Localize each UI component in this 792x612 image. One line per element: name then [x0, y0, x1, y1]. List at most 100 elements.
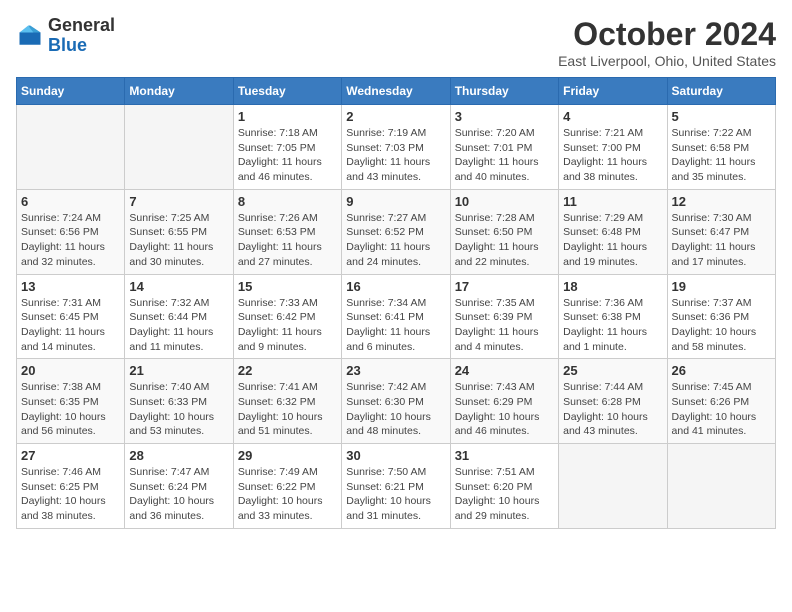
calendar-cell: 15 Sunrise: 7:33 AM Sunset: 6:42 PM Dayli…	[233, 274, 341, 359]
header-day-tuesday: Tuesday	[233, 78, 341, 105]
calendar-cell: 31 Sunrise: 7:51 AM Sunset: 6:20 PM Dayli…	[450, 444, 558, 529]
week-row-4: 20 Sunrise: 7:38 AM Sunset: 6:35 PM Dayli…	[17, 359, 776, 444]
day-info: Sunrise: 7:21 AM Sunset: 7:00 PM Dayligh…	[563, 126, 662, 185]
calendar-cell: 30 Sunrise: 7:50 AM Sunset: 6:21 PM Dayli…	[342, 444, 450, 529]
calendar-cell: 9 Sunrise: 7:27 AM Sunset: 6:52 PM Daylig…	[342, 189, 450, 274]
day-info: Sunrise: 7:29 AM Sunset: 6:48 PM Dayligh…	[563, 211, 662, 270]
calendar-cell: 8Sunrise: 7:26 AM Sunset: 6:53 PM Daylig…	[233, 189, 341, 274]
day-info: Sunrise: 7:34 AM Sunset: 6:41 PM Dayligh…	[346, 296, 445, 355]
calendar-cell: 16Sunrise: 7:34 AM Sunset: 6:41 PM Dayli…	[342, 274, 450, 359]
day-number: 18	[563, 279, 662, 294]
calendar-cell: 24 Sunrise: 7:43 AM Sunset: 6:29 PM Dayli…	[450, 359, 558, 444]
header-day-friday: Friday	[559, 78, 667, 105]
header-day-wednesday: Wednesday	[342, 78, 450, 105]
day-info: Sunrise: 7:43 AM Sunset: 6:29 PM Dayligh…	[455, 380, 554, 439]
calendar-body: 1 Sunrise: 7:18 AM Sunset: 7:05 PM Daylig…	[17, 105, 776, 529]
day-info: Sunrise: 7:40 AM Sunset: 6:33 PM Dayligh…	[129, 380, 228, 439]
day-info: Sunrise: 7:46 AM Sunset: 6:25 PM Dayligh…	[21, 465, 120, 524]
day-number: 26	[672, 363, 771, 378]
day-info: Sunrise: 7:20 AM Sunset: 7:01 PM Dayligh…	[455, 126, 554, 185]
header-day-sunday: Sunday	[17, 78, 125, 105]
page-header: General Blue October 2024 East Liverpool…	[16, 16, 776, 69]
day-info: Sunrise: 7:49 AM Sunset: 6:22 PM Dayligh…	[238, 465, 337, 524]
day-number: 9	[346, 194, 445, 209]
day-info: Sunrise: 7:22 AM Sunset: 6:58 PM Dayligh…	[672, 126, 771, 185]
day-number: 4	[563, 109, 662, 124]
calendar-cell: 19Sunrise: 7:37 AM Sunset: 6:36 PM Dayli…	[667, 274, 775, 359]
calendar-cell: 4 Sunrise: 7:21 AM Sunset: 7:00 PM Daylig…	[559, 105, 667, 190]
day-info: Sunrise: 7:38 AM Sunset: 6:35 PM Dayligh…	[21, 380, 120, 439]
day-number: 22	[238, 363, 337, 378]
day-info: Sunrise: 7:19 AM Sunset: 7:03 PM Dayligh…	[346, 126, 445, 185]
day-info: Sunrise: 7:51 AM Sunset: 6:20 PM Dayligh…	[455, 465, 554, 524]
day-number: 30	[346, 448, 445, 463]
calendar-cell	[125, 105, 233, 190]
day-info: Sunrise: 7:28 AM Sunset: 6:50 PM Dayligh…	[455, 211, 554, 270]
page-subtitle: East Liverpool, Ohio, United States	[558, 53, 776, 69]
week-row-5: 27 Sunrise: 7:46 AM Sunset: 6:25 PM Dayli…	[17, 444, 776, 529]
calendar-header: SundayMondayTuesdayWednesdayThursdayFrid…	[17, 78, 776, 105]
calendar-cell: 18 Sunrise: 7:36 AM Sunset: 6:38 PM Dayli…	[559, 274, 667, 359]
calendar-cell: 20 Sunrise: 7:38 AM Sunset: 6:35 PM Dayli…	[17, 359, 125, 444]
calendar-cell: 26Sunrise: 7:45 AM Sunset: 6:26 PM Dayli…	[667, 359, 775, 444]
day-number: 21	[129, 363, 228, 378]
calendar-cell: 14Sunrise: 7:32 AM Sunset: 6:44 PM Dayli…	[125, 274, 233, 359]
day-info: Sunrise: 7:47 AM Sunset: 6:24 PM Dayligh…	[129, 465, 228, 524]
day-info: Sunrise: 7:36 AM Sunset: 6:38 PM Dayligh…	[563, 296, 662, 355]
day-info: Sunrise: 7:44 AM Sunset: 6:28 PM Dayligh…	[563, 380, 662, 439]
day-info: Sunrise: 7:35 AM Sunset: 6:39 PM Dayligh…	[455, 296, 554, 355]
calendar-cell: 12 Sunrise: 7:30 AM Sunset: 6:47 PM Dayli…	[667, 189, 775, 274]
day-number: 6	[21, 194, 120, 209]
calendar-cell: 3Sunrise: 7:20 AM Sunset: 7:01 PM Daylig…	[450, 105, 558, 190]
calendar-cell: 27 Sunrise: 7:46 AM Sunset: 6:25 PM Dayli…	[17, 444, 125, 529]
day-info: Sunrise: 7:32 AM Sunset: 6:44 PM Dayligh…	[129, 296, 228, 355]
day-info: Sunrise: 7:26 AM Sunset: 6:53 PM Dayligh…	[238, 211, 337, 270]
calendar-cell	[17, 105, 125, 190]
calendar-cell	[667, 444, 775, 529]
day-info: Sunrise: 7:25 AM Sunset: 6:55 PM Dayligh…	[129, 211, 228, 270]
logo: General Blue	[16, 16, 115, 56]
day-number: 2	[346, 109, 445, 124]
day-info: Sunrise: 7:50 AM Sunset: 6:21 PM Dayligh…	[346, 465, 445, 524]
calendar-cell	[559, 444, 667, 529]
day-info: Sunrise: 7:31 AM Sunset: 6:45 PM Dayligh…	[21, 296, 120, 355]
calendar-table: SundayMondayTuesdayWednesdayThursdayFrid…	[16, 77, 776, 529]
day-number: 29	[238, 448, 337, 463]
day-info: Sunrise: 7:24 AM Sunset: 6:56 PM Dayligh…	[21, 211, 120, 270]
day-number: 5	[672, 109, 771, 124]
day-number: 12	[672, 194, 771, 209]
day-number: 11	[563, 194, 662, 209]
page-title: October 2024	[558, 16, 776, 53]
title-block: October 2024 East Liverpool, Ohio, Unite…	[558, 16, 776, 69]
day-number: 24	[455, 363, 554, 378]
day-number: 31	[455, 448, 554, 463]
calendar-cell: 23Sunrise: 7:42 AM Sunset: 6:30 PM Dayli…	[342, 359, 450, 444]
calendar-cell: 2 Sunrise: 7:19 AM Sunset: 7:03 PM Daylig…	[342, 105, 450, 190]
day-number: 13	[21, 279, 120, 294]
day-info: Sunrise: 7:18 AM Sunset: 7:05 PM Dayligh…	[238, 126, 337, 185]
day-number: 20	[21, 363, 120, 378]
day-number: 10	[455, 194, 554, 209]
day-number: 7	[129, 194, 228, 209]
day-info: Sunrise: 7:42 AM Sunset: 6:30 PM Dayligh…	[346, 380, 445, 439]
calendar-cell: 1 Sunrise: 7:18 AM Sunset: 7:05 PM Daylig…	[233, 105, 341, 190]
calendar-cell: 13 Sunrise: 7:31 AM Sunset: 6:45 PM Dayli…	[17, 274, 125, 359]
calendar-cell: 7 Sunrise: 7:25 AM Sunset: 6:55 PM Daylig…	[125, 189, 233, 274]
calendar-cell: 21 Sunrise: 7:40 AM Sunset: 6:33 PM Dayli…	[125, 359, 233, 444]
day-number: 17	[455, 279, 554, 294]
week-row-1: 1 Sunrise: 7:18 AM Sunset: 7:05 PM Daylig…	[17, 105, 776, 190]
day-number: 1	[238, 109, 337, 124]
week-row-3: 13 Sunrise: 7:31 AM Sunset: 6:45 PM Dayli…	[17, 274, 776, 359]
calendar-cell: 6 Sunrise: 7:24 AM Sunset: 6:56 PM Daylig…	[17, 189, 125, 274]
day-number: 27	[21, 448, 120, 463]
logo-text: General Blue	[48, 16, 115, 56]
day-number: 15	[238, 279, 337, 294]
header-day-monday: Monday	[125, 78, 233, 105]
logo-icon	[16, 22, 44, 50]
calendar-cell: 25Sunrise: 7:44 AM Sunset: 6:28 PM Dayli…	[559, 359, 667, 444]
day-info: Sunrise: 7:33 AM Sunset: 6:42 PM Dayligh…	[238, 296, 337, 355]
day-info: Sunrise: 7:27 AM Sunset: 6:52 PM Dayligh…	[346, 211, 445, 270]
day-number: 19	[672, 279, 771, 294]
day-info: Sunrise: 7:30 AM Sunset: 6:47 PM Dayligh…	[672, 211, 771, 270]
header-day-thursday: Thursday	[450, 78, 558, 105]
